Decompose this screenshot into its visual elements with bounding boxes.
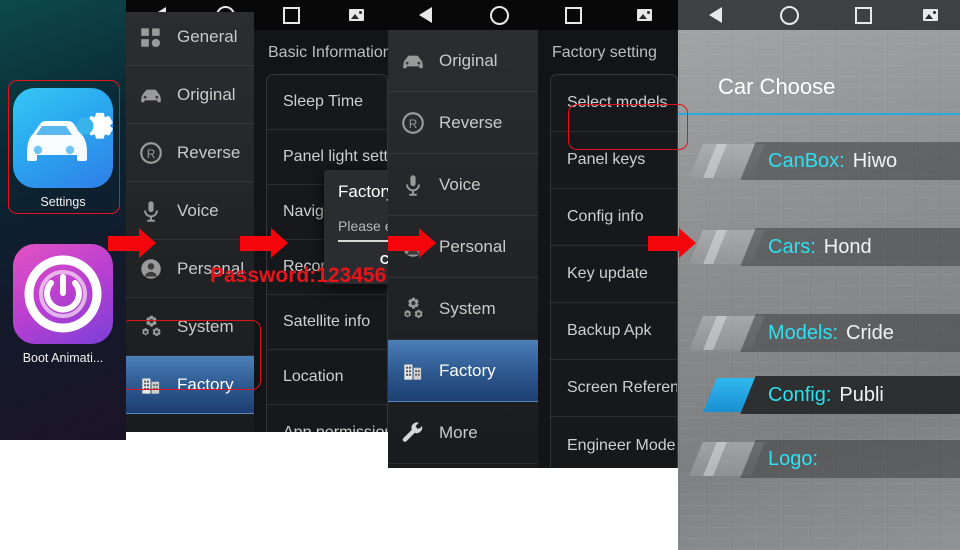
row-value: Cride	[846, 321, 894, 344]
sidebar-item-label: General	[177, 26, 238, 46]
app-label: Boot Animati...	[22, 351, 104, 365]
android-navbar	[388, 0, 678, 30]
flow-arrow-3	[388, 228, 436, 259]
person-icon	[138, 256, 164, 282]
sidebar-item-label: Reverse	[177, 142, 241, 162]
reverse-r-icon: R	[138, 140, 164, 166]
row-key: Logo:	[768, 447, 819, 470]
sidebar-item-label: Original	[177, 84, 236, 104]
car-choose-row[interactable]: Models: Cride	[689, 312, 960, 354]
screenshot-icon[interactable]	[324, 9, 388, 21]
row-key: Models:	[768, 321, 839, 344]
content-title: Factory setting	[552, 44, 657, 61]
row-value: Hond	[823, 235, 872, 258]
row-key: Cars:	[768, 235, 816, 258]
home-icon[interactable]	[462, 5, 536, 25]
panel-launcher: Settings Boot Animati...	[0, 0, 126, 440]
list-item[interactable]: Backup Apk	[551, 303, 677, 360]
screenshot-icon[interactable]	[610, 9, 678, 21]
flow-arrow-1	[108, 228, 156, 259]
screenshot-icon[interactable]	[900, 9, 960, 21]
dialog-title: Factory	[338, 182, 388, 201]
gears-icon	[400, 296, 426, 322]
password-annotation: Password:123456	[210, 264, 387, 287]
list-item[interactable]: Satellite info	[267, 295, 387, 350]
sidebar-item-original[interactable]: Original	[388, 30, 538, 92]
back-icon[interactable]	[678, 7, 752, 23]
svg-text:R: R	[409, 116, 418, 130]
sidebar-item-system[interactable]: System	[388, 278, 538, 340]
list-item[interactable]: Location	[267, 350, 387, 405]
wrench-icon	[400, 420, 426, 446]
settings-highlight-box	[8, 80, 120, 214]
power-ring-icon	[13, 244, 113, 344]
sidebar-item-label: Reverse	[439, 112, 503, 132]
recents-icon[interactable]	[258, 6, 324, 24]
home-icon[interactable]	[752, 5, 826, 25]
sidebar-item-voice[interactable]: Voice	[388, 154, 538, 216]
title-divider	[678, 113, 960, 115]
select-models-highlight-box	[568, 104, 688, 150]
sidebar-item-label: More	[439, 422, 478, 442]
sidebar-item-more[interactable]: More	[388, 402, 538, 464]
grid-icon	[138, 24, 164, 50]
panel-basic-information: General Original R Reverse Voice Personal Syst…	[126, 0, 388, 432]
car-icon	[138, 82, 164, 108]
flow-arrow-2	[240, 228, 288, 259]
recents-icon[interactable]	[536, 6, 610, 24]
row-value: Hiwo	[852, 149, 898, 172]
microphone-icon	[138, 198, 164, 224]
page-title: Car Choose	[718, 74, 836, 99]
app-boot-animation[interactable]: Boot Animati...	[13, 244, 113, 365]
sidebar-item-label: Voice	[439, 174, 481, 194]
screenshot-root: Settings Boot Animati... General Original…	[0, 0, 960, 550]
list-item[interactable]: Engineer Mode	[551, 417, 677, 468]
sidebar-item-label: Original	[439, 50, 498, 70]
panel-car-choose: Car Choose CanBox: Hiwo Cars: Hond Models: Cr…	[678, 0, 960, 550]
row-value: Publi	[839, 383, 884, 406]
list-item[interactable]: Screen Reference	[551, 360, 677, 417]
reverse-r-icon: R	[400, 110, 426, 136]
car-choose-row[interactable]: Config: Publi	[696, 374, 960, 416]
sidebar-item-original[interactable]: Original	[126, 66, 254, 124]
sidebar-item-reverse[interactable]: R Reverse	[388, 92, 538, 154]
car-choose-row[interactable]: CanBox: Hiwo	[689, 140, 960, 182]
car-choose-row[interactable]: Cars: Hond	[689, 226, 960, 268]
sidebar-item-label: Personal	[439, 236, 507, 256]
building-icon	[400, 358, 426, 384]
sidebar-item-reverse[interactable]: R Reverse	[126, 124, 254, 182]
car-icon	[400, 48, 426, 74]
sidebar-item-general[interactable]: General	[126, 8, 254, 66]
row-key: Config:	[768, 383, 832, 406]
car-choose-row[interactable]: Logo:	[689, 438, 960, 480]
back-icon[interactable]	[388, 7, 462, 23]
list-item[interactable]: App permissions	[267, 405, 387, 433]
list-item[interactable]: Sleep Time	[267, 75, 387, 130]
svg-text:R: R	[147, 146, 156, 160]
sidebar-item-label: System	[439, 298, 496, 318]
microphone-icon	[400, 172, 426, 198]
sidebar-item-label: Voice	[177, 200, 219, 220]
sidebar-item-factory[interactable]: Factory	[388, 340, 538, 402]
android-navbar	[678, 0, 960, 30]
recents-icon[interactable]	[826, 6, 900, 24]
content-title: Basic Information	[268, 44, 388, 61]
password-input[interactable]: Please en	[338, 218, 388, 234]
flow-arrow-4	[648, 228, 696, 259]
sidebar-item-label: Factory	[439, 360, 496, 380]
row-key: CanBox:	[768, 149, 845, 172]
factory-sidebar-highlight-box	[126, 320, 261, 390]
